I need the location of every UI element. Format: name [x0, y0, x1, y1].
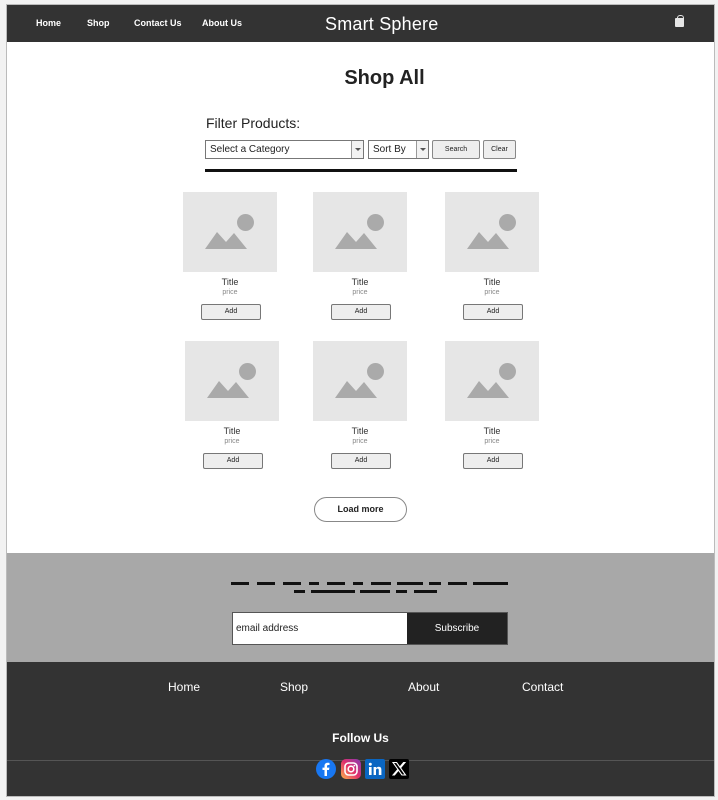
instagram-icon[interactable] — [341, 759, 361, 779]
product-title[interactable]: Title — [445, 277, 539, 287]
placeholder-text-line — [429, 582, 441, 585]
product-card[interactable]: Title price Add — [445, 192, 539, 320]
nav-shop-link[interactable]: Shop — [87, 18, 110, 28]
nav-about-link[interactable]: About Us — [202, 18, 242, 28]
placeholder-text-line — [360, 590, 390, 593]
page-frame: Home Shop Contact Us About Us Smart Sphe… — [6, 4, 715, 797]
placeholder-text-line — [448, 582, 467, 585]
category-select-value: Select a Category — [210, 144, 290, 155]
image-sun-shape — [239, 363, 256, 380]
product-price: price — [484, 438, 500, 445]
placeholder-text-line — [353, 582, 363, 585]
add-to-cart-button[interactable]: Add — [463, 453, 523, 469]
page-title: Shop All — [344, 67, 425, 89]
image-placeholder-icon — [335, 381, 377, 398]
add-to-cart-button[interactable]: Add — [463, 304, 523, 320]
product-title[interactable]: Title — [313, 277, 407, 287]
placeholder-text-line — [396, 590, 407, 593]
search-button[interactable]: Search — [432, 140, 480, 159]
placeholder-text-line — [371, 582, 391, 585]
product-image-placeholder[interactable] — [313, 341, 407, 421]
product-image-placeholder[interactable] — [185, 341, 279, 421]
image-sun-shape — [367, 363, 384, 380]
product-price: price — [484, 289, 500, 296]
sort-select-value: Sort By — [373, 144, 406, 155]
product-card[interactable]: Title price Add — [313, 341, 407, 469]
load-more-button[interactable]: Load more — [314, 497, 407, 522]
footer: Home Shop About Contact Follow Us — [7, 662, 714, 796]
add-to-cart-button[interactable]: Add — [331, 453, 391, 469]
subscribe-button[interactable]: Subscribe — [407, 613, 507, 644]
product-card[interactable]: Title price Add — [445, 341, 539, 469]
brand-logo[interactable]: Smart Sphere — [325, 14, 438, 35]
placeholder-text-line — [231, 582, 249, 585]
clear-button[interactable]: Clear — [483, 140, 516, 159]
placeholder-text-line — [397, 582, 423, 585]
image-sun-shape — [367, 214, 384, 231]
product-price: price — [222, 289, 238, 296]
product-card[interactable]: Title price Add — [185, 341, 279, 469]
email-signup-form: Subscribe — [232, 612, 508, 645]
nav-home-link[interactable]: Home — [36, 18, 61, 28]
product-title[interactable]: Title — [183, 277, 277, 287]
add-to-cart-button[interactable]: Add — [201, 304, 261, 320]
placeholder-text-line — [311, 590, 355, 593]
product-image-placeholder[interactable] — [183, 192, 277, 272]
filter-divider — [205, 169, 517, 172]
product-image-placeholder[interactable] — [445, 192, 539, 272]
image-placeholder-icon — [335, 232, 377, 249]
chevron-down-icon — [351, 141, 363, 158]
product-image-placeholder[interactable] — [313, 192, 407, 272]
product-title[interactable]: Title — [313, 426, 407, 436]
placeholder-text-line — [294, 590, 305, 593]
linkedin-icon[interactable] — [365, 759, 385, 779]
footer-shop-link[interactable]: Shop — [280, 680, 308, 694]
facebook-icon[interactable] — [316, 759, 336, 779]
product-price: price — [352, 438, 368, 445]
filter-label: Filter Products: — [206, 115, 301, 131]
placeholder-text-line — [283, 582, 301, 585]
placeholder-text-line — [309, 582, 319, 585]
image-sun-shape — [499, 214, 516, 231]
sort-select[interactable]: Sort By — [368, 140, 429, 159]
placeholder-text-line — [327, 582, 345, 585]
image-placeholder-icon — [205, 232, 247, 249]
category-select[interactable]: Select a Category — [205, 140, 364, 159]
top-nav: Home Shop Contact Us About Us Smart Sphe… — [7, 5, 714, 42]
shopping-bag-icon[interactable] — [675, 15, 684, 27]
product-card[interactable]: Title price Add — [183, 192, 277, 320]
product-title[interactable]: Title — [185, 426, 279, 436]
product-card[interactable]: Title price Add — [313, 192, 407, 320]
footer-contact-link[interactable]: Contact — [522, 680, 563, 694]
image-sun-shape — [499, 363, 516, 380]
email-field[interactable] — [233, 613, 407, 644]
image-placeholder-icon — [467, 232, 509, 249]
placeholder-text-line — [414, 590, 437, 593]
follow-us-heading: Follow Us — [332, 731, 389, 745]
product-price: price — [352, 289, 368, 296]
chevron-down-icon — [416, 141, 428, 158]
product-image-placeholder[interactable] — [445, 341, 539, 421]
placeholder-text-line — [473, 582, 508, 585]
newsletter-section: Subscribe — [7, 553, 714, 662]
image-placeholder-icon — [467, 381, 509, 398]
add-to-cart-button[interactable]: Add — [203, 453, 263, 469]
add-to-cart-button[interactable]: Add — [331, 304, 391, 320]
footer-home-link[interactable]: Home — [168, 680, 200, 694]
nav-contact-link[interactable]: Contact Us — [134, 18, 182, 28]
product-title[interactable]: Title — [445, 426, 539, 436]
image-sun-shape — [237, 214, 254, 231]
x-icon[interactable] — [389, 759, 409, 779]
product-price: price — [224, 438, 240, 445]
image-placeholder-icon — [207, 381, 249, 398]
placeholder-text-line — [257, 582, 275, 585]
footer-about-link[interactable]: About — [408, 680, 439, 694]
